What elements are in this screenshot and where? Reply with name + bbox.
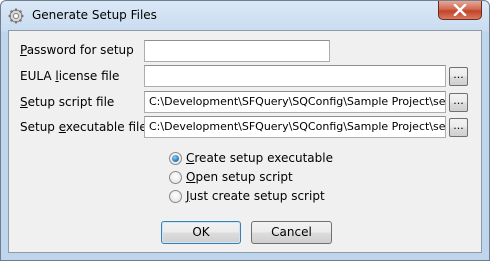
ok-button[interactable]: OK — [161, 221, 241, 244]
close-button[interactable] — [438, 1, 482, 20]
close-icon — [453, 4, 467, 16]
executable-label: Setup executable file — [20, 120, 147, 134]
title-bar[interactable]: Generate Setup Files — [1, 1, 489, 30]
script-label: Setup script file — [20, 95, 115, 109]
window-title: Generate Setup Files — [32, 8, 157, 22]
eula-file-field[interactable] — [144, 65, 446, 87]
radio-create-executable[interactable] — [169, 152, 182, 165]
password-label: Password for setup — [20, 43, 134, 57]
option-label: Just create setup script — [186, 189, 325, 203]
option-label: Create setup executable — [186, 151, 333, 165]
option-label: Open setup script — [186, 170, 293, 184]
eula-label: EULA license file — [20, 69, 120, 83]
script-browse-button[interactable]: ... — [449, 93, 468, 112]
setup-script-field[interactable]: C:\Development\SFQuery\SQConfig\Sample P… — [144, 91, 446, 113]
setup-executable-field[interactable]: C:\Development\SFQuery\SQConfig\Sample P… — [144, 116, 446, 138]
gear-icon — [8, 8, 24, 24]
radio-just-create-script[interactable] — [169, 190, 182, 203]
executable-browse-button[interactable]: ... — [449, 118, 468, 137]
radio-open-script[interactable] — [169, 171, 182, 184]
password-field[interactable] — [144, 40, 330, 62]
cancel-button[interactable]: Cancel — [251, 221, 332, 244]
dialog-window: Generate Setup Files Password for setup … — [0, 0, 490, 261]
eula-browse-button[interactable]: ... — [449, 67, 468, 86]
dialog-body: Password for setup EULA license file ...… — [8, 30, 482, 253]
